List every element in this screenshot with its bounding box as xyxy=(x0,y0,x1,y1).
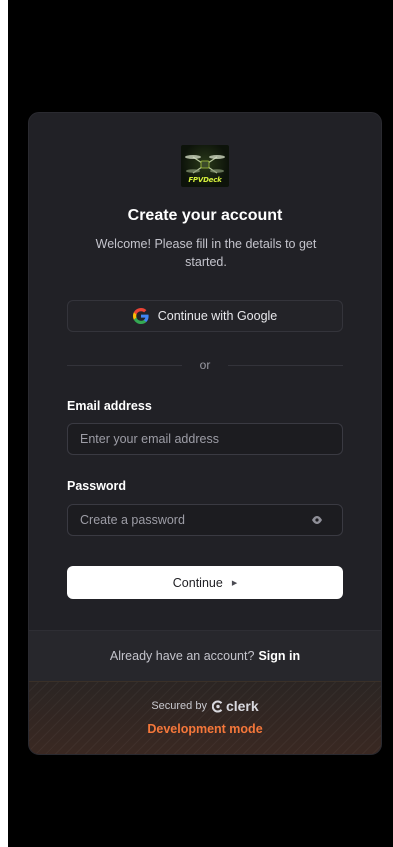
signup-card: FPVDeck Create your account Welcome! Ple… xyxy=(28,112,382,755)
google-button-label: Continue with Google xyxy=(157,309,278,323)
email-label: Email address xyxy=(67,399,152,413)
app-logo: FPVDeck xyxy=(181,145,229,187)
password-field[interactable] xyxy=(67,504,343,536)
play-arrow-icon: ▶ xyxy=(231,579,238,587)
divider-line-right xyxy=(228,364,344,366)
clerk-logo[interactable]: clerk xyxy=(211,698,259,714)
email-field[interactable] xyxy=(67,423,343,455)
continue-button-label: Continue xyxy=(172,575,223,590)
secured-by-row: Secured by clerk xyxy=(29,698,381,714)
continue-button[interactable]: Continue ▶ xyxy=(67,566,343,599)
page-title: Create your account xyxy=(127,207,283,224)
sign-in-link[interactable]: Sign in xyxy=(258,649,300,663)
continue-with-google-button[interactable]: Continue with Google xyxy=(67,300,343,332)
clerk-logo-text: clerk xyxy=(225,698,259,714)
screen: FPVDeck Create your account Welcome! Ple… xyxy=(8,0,393,847)
password-label: Password xyxy=(67,479,127,493)
signin-footer: Already have an account? Sign in xyxy=(29,630,381,681)
secured-by-text: Secured by xyxy=(151,700,207,712)
or-divider: or xyxy=(67,357,344,373)
secured-footer: Secured by clerk Development mode xyxy=(29,681,381,754)
google-icon xyxy=(132,308,149,324)
card-main: FPVDeck Create your account Welcome! Ple… xyxy=(29,113,381,630)
logo-text: FPVDeck xyxy=(188,176,222,184)
clerk-icon xyxy=(211,700,223,712)
eye-icon[interactable] xyxy=(311,515,323,525)
divider-text: or xyxy=(199,358,211,372)
development-mode-badge: Development mode xyxy=(147,722,263,736)
signin-prompt: Already have an account? xyxy=(109,649,255,663)
page-subtitle: Welcome! Please fill in the details to g… xyxy=(95,237,317,269)
divider-line-left xyxy=(67,364,182,366)
